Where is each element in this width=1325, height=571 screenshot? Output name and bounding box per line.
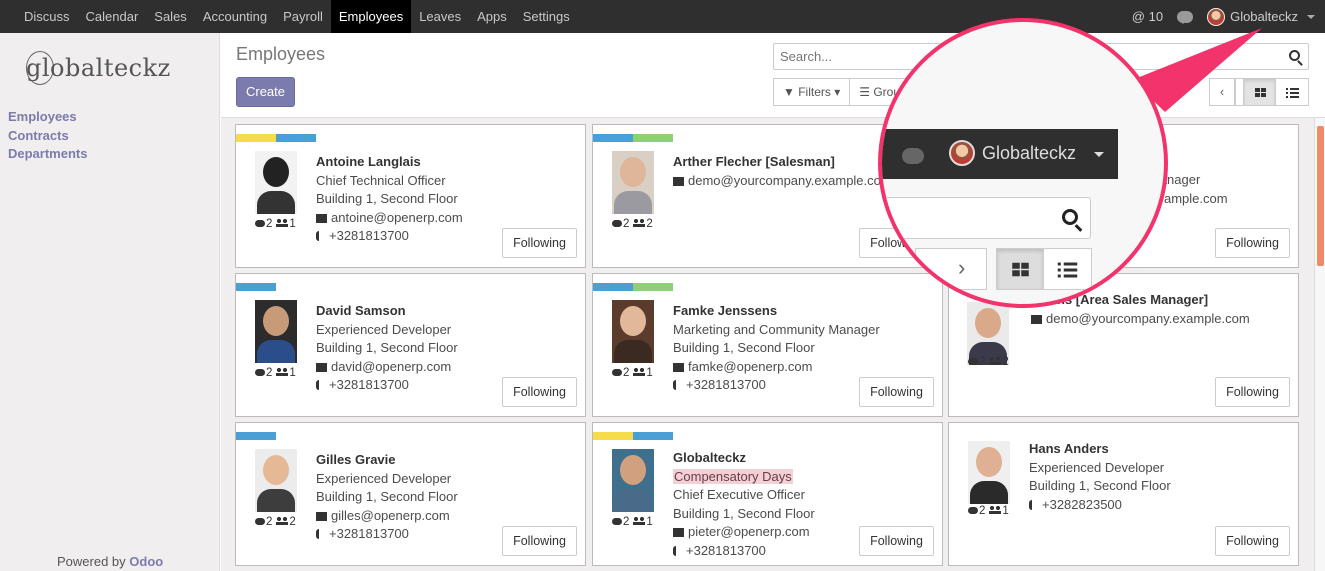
chevron-right-icon: › bbox=[958, 255, 966, 280]
zoom-callout: Globalteckz › bbox=[878, 18, 1168, 308]
zoom-systray: Globalteckz bbox=[882, 129, 1118, 179]
zoom-view-switcher bbox=[996, 248, 1092, 290]
user-avatar bbox=[949, 140, 975, 166]
zoom-user-name: Globalteckz bbox=[982, 143, 1077, 163]
zoom-pager: › bbox=[915, 248, 987, 290]
zoom-list-button bbox=[1044, 248, 1092, 290]
chat-icon bbox=[902, 148, 924, 164]
kanban-icon bbox=[1012, 262, 1029, 277]
zoom-search-box bbox=[882, 197, 1091, 239]
chevron-down-icon bbox=[1094, 152, 1104, 162]
list-icon bbox=[1057, 262, 1078, 278]
zoom-kanban-button bbox=[996, 248, 1044, 290]
search-icon bbox=[1062, 209, 1078, 225]
